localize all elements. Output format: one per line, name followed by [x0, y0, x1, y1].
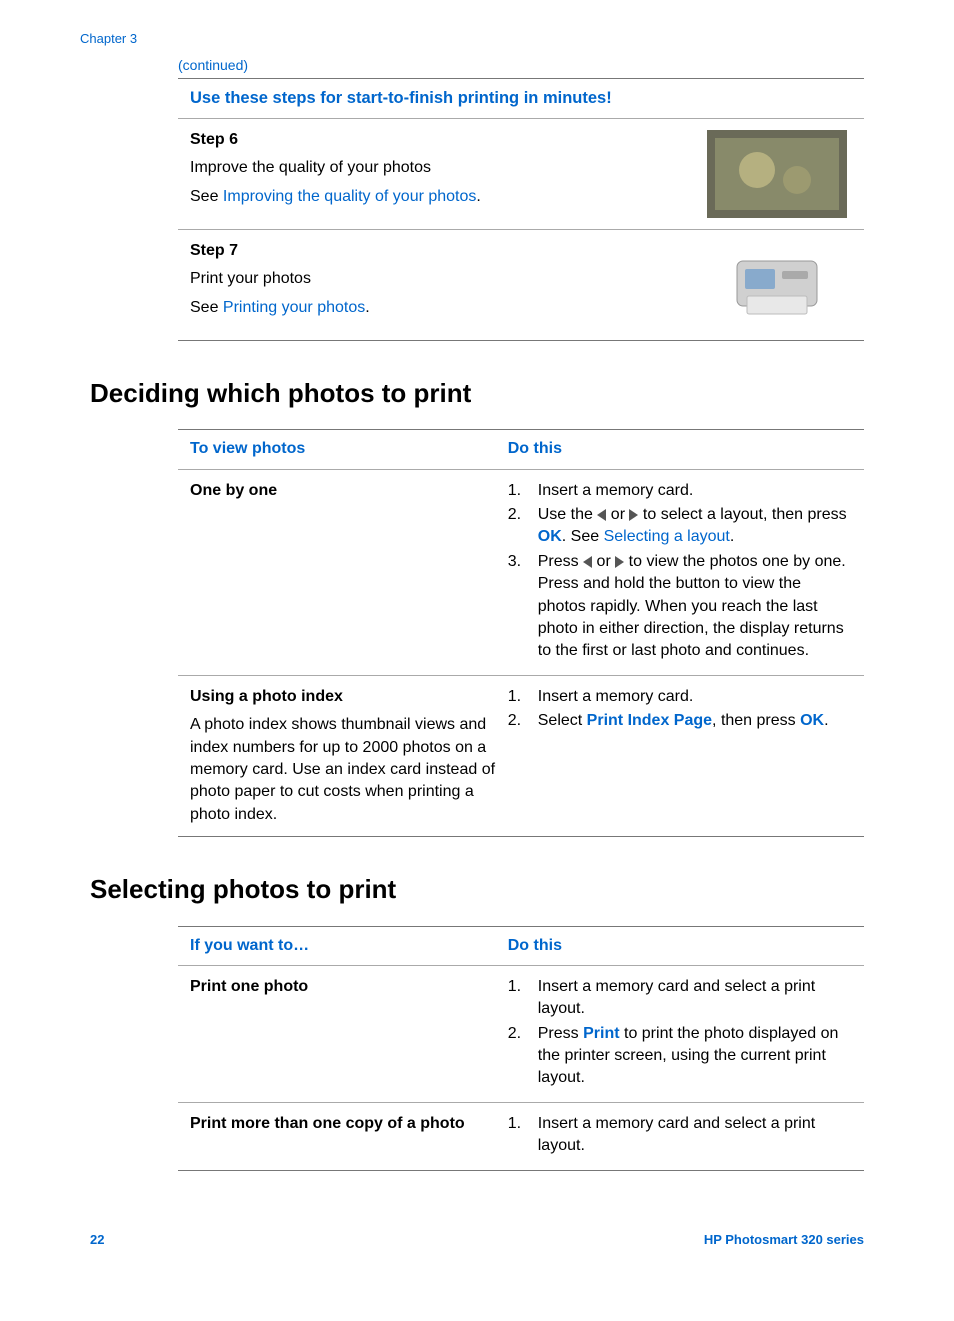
step-title: Step 7: [190, 240, 688, 262]
arrow-right-icon: [615, 556, 624, 568]
table-row: One by one Insert a memory card. Use the…: [178, 470, 864, 676]
step-row-6: Step 6 Improve the quality of your photo…: [178, 119, 864, 230]
step-desc: Print your photos: [190, 268, 688, 290]
row-title-one-by-one: One by one: [190, 480, 496, 502]
page-number: 22: [90, 1231, 104, 1249]
steps-box: Use these steps for start-to-finish prin…: [178, 78, 864, 341]
step-see: See Printing your photos.: [190, 297, 688, 319]
print-keyword: Print: [583, 1025, 619, 1042]
step-image-photo: [702, 129, 852, 219]
row-title-print-one: Print one photo: [190, 976, 496, 998]
list-item: Select Print Index Page, then press OK.: [508, 710, 852, 732]
arrow-left-icon: [597, 509, 606, 521]
list-item: Press Print to print the photo displayed…: [508, 1023, 852, 1090]
row-title-print-multiple: Print more than one copy of a photo: [190, 1113, 496, 1135]
step-title: Step 6: [190, 129, 688, 151]
step-row-7: Step 7 Print your photos See Printing yo…: [178, 230, 864, 340]
chapter-link[interactable]: Chapter 3: [80, 30, 864, 48]
table-selecting-photos: If you want to… Do this Print one photo …: [178, 926, 864, 1171]
heading-deciding: Deciding which photos to print: [90, 375, 864, 411]
page-footer: 22 HP Photosmart 320 series: [90, 1231, 864, 1249]
table-row: Using a photo index A photo index shows …: [178, 676, 864, 836]
step-image-printer: [702, 240, 852, 330]
list-item: Insert a memory card and select a print …: [508, 1113, 852, 1158]
row-desc: A photo index shows thumbnail views and …: [190, 714, 496, 826]
th-do-this: Do this: [508, 438, 852, 460]
row-title-photo-index: Using a photo index: [190, 686, 496, 708]
continued-label: (continued): [178, 56, 864, 76]
list-item: Insert a memory card.: [508, 480, 852, 502]
step-desc: Improve the quality of your photos: [190, 157, 688, 179]
list-item: Insert a memory card and select a print …: [508, 976, 852, 1021]
step-see: See Improving the quality of your photos…: [190, 186, 688, 208]
print-index-keyword: Print Index Page: [587, 712, 712, 729]
ok-keyword: OK: [538, 528, 562, 545]
steps-header: Use these steps for start-to-finish prin…: [178, 79, 864, 119]
see-link-quality[interactable]: Improving the quality of your photos: [223, 188, 476, 205]
th-view-photos: To view photos: [190, 438, 508, 460]
list-item: Press or to view the photos one by one. …: [508, 551, 852, 663]
th-if-you-want: If you want to…: [190, 935, 508, 957]
table-row: Print one photo Insert a memory card and…: [178, 966, 864, 1103]
th-do-this: Do this: [508, 935, 852, 957]
list-item: Use the or to select a layout, then pres…: [508, 504, 852, 549]
link-selecting-layout[interactable]: Selecting a layout: [604, 528, 730, 545]
table-row: Print more than one copy of a photo Inse…: [178, 1103, 864, 1170]
table-view-photos: To view photos Do this One by one Insert…: [178, 429, 864, 837]
see-link-printing[interactable]: Printing your photos: [223, 299, 365, 316]
ok-keyword: OK: [800, 712, 824, 729]
arrow-left-icon: [583, 556, 592, 568]
heading-selecting: Selecting photos to print: [90, 871, 864, 907]
product-name: HP Photosmart 320 series: [704, 1231, 864, 1249]
list-item: Insert a memory card.: [508, 686, 852, 708]
